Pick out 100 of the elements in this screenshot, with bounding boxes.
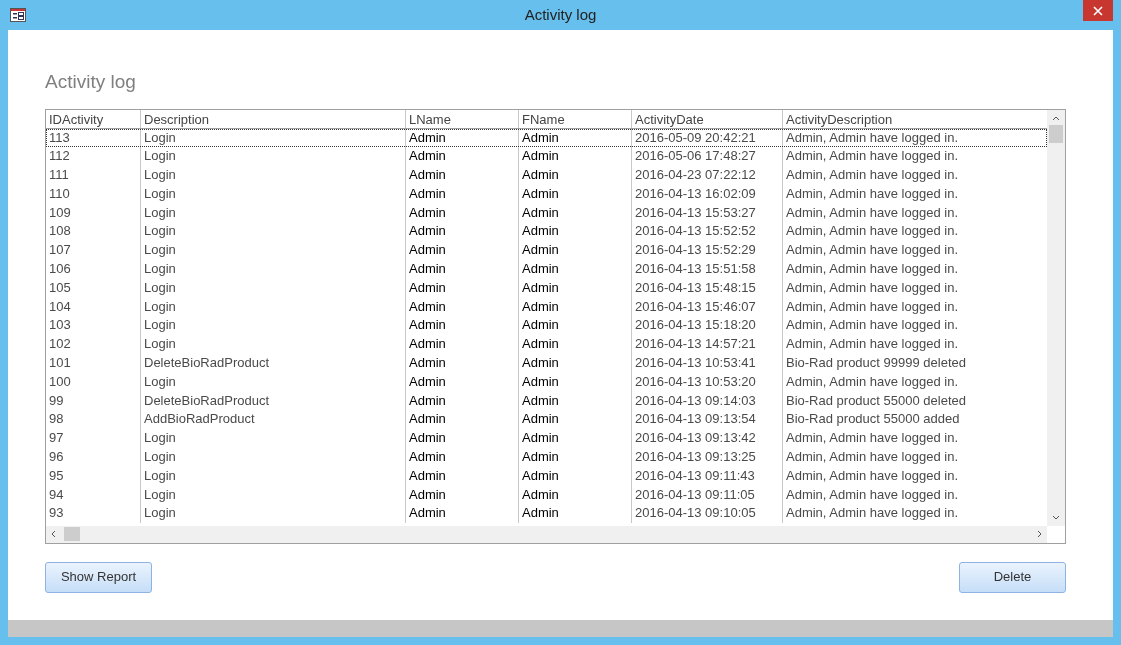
table-cell: Admin (522, 279, 559, 295)
table-cell: Admin, Admin have logged in. (786, 430, 958, 446)
table-cell: 107 (49, 242, 71, 258)
scroll-down-icon (1052, 514, 1060, 520)
table-cell: Admin, Admin have logged in. (786, 336, 958, 352)
table-cell: 102 (49, 336, 71, 352)
table-cell: DeleteBioRadProduct (144, 355, 270, 371)
form-icon[interactable] (10, 8, 26, 22)
table-cell: Login (144, 336, 176, 352)
table-cell: 2016-04-13 10:53:20 (635, 373, 756, 389)
table-cell: Login (144, 167, 176, 183)
column-header[interactable]: ActivityDate (632, 109, 783, 128)
table-cell: 2016-04-13 15:52:52 (635, 223, 756, 239)
table-cell: Login (144, 373, 176, 389)
table-cell: 2016-04-13 15:53:27 (635, 204, 756, 220)
table-cell: 2016-04-13 09:13:42 (635, 430, 756, 446)
table-cell: 113 (49, 129, 70, 145)
table-cell: Admin (522, 298, 559, 314)
scroll-right-icon (1037, 530, 1042, 538)
table-cell: 100 (49, 373, 71, 389)
table-cell: Admin (522, 355, 559, 371)
scroll-left-icon (51, 530, 56, 538)
table-cell: Admin (409, 298, 446, 314)
table-cell: AddBioRadProduct (144, 411, 255, 427)
table-cell: Admin, Admin have logged in. (786, 167, 958, 183)
table-cell: Admin, Admin have logged in. (786, 185, 958, 201)
table-cell: Admin (522, 505, 559, 521)
table-cell: Login (144, 129, 176, 145)
table-cell: 95 (49, 467, 64, 483)
table-cell: 2016-04-13 09:10:05 (635, 505, 756, 521)
table-cell: Admin (409, 373, 446, 389)
table-cell: Admin, Admin have logged in. (786, 298, 958, 314)
table-cell: 2016-04-13 15:18:20 (635, 317, 756, 333)
table-cell: 98 (49, 411, 64, 427)
table-cell: 2016-04-13 10:53:41 (635, 355, 756, 371)
table-cell: Admin, Admin have logged in. (786, 317, 958, 333)
table-cell: 103 (49, 317, 71, 333)
horizontal-scrollbar[interactable] (46, 525, 1047, 543)
table-cell: Admin (522, 223, 559, 239)
table-cell: Login (144, 242, 176, 258)
table-cell: Admin (409, 355, 446, 371)
table-cell: Admin, Admin have logged in. (786, 148, 958, 164)
column-header[interactable]: LName (406, 109, 519, 128)
close-button[interactable] (1083, 0, 1113, 21)
table-cell: Admin, Admin have logged in. (786, 279, 958, 295)
table-cell: Admin (409, 505, 446, 521)
table-cell: Admin (522, 317, 559, 333)
table-cell: Admin (409, 467, 446, 483)
table-cell: 2016-04-13 15:48:15 (635, 279, 756, 295)
table-cell: Admin (409, 486, 446, 502)
column-header[interactable]: FName (519, 109, 632, 128)
vertical-scrollbar[interactable] (1047, 109, 1065, 526)
table-cell: Admin (409, 204, 446, 220)
table-cell: 2016-04-13 09:13:25 (635, 449, 756, 465)
close-icon (1093, 5, 1103, 16)
table-cell: Admin, Admin have logged in. (786, 223, 958, 239)
scroll-thumb (64, 527, 80, 541)
table-cell: Login (144, 185, 176, 201)
table-cell: Admin (409, 336, 446, 352)
table-cell: Admin, Admin have logged in. (786, 261, 958, 277)
table-cell: 99 (49, 392, 64, 408)
table-cell: Admin (409, 279, 446, 295)
table-cell: Login (144, 298, 176, 314)
table-cell: 2016-04-13 15:51:58 (635, 261, 756, 277)
table-cell: 2016-05-09 20:42:21 (635, 129, 756, 145)
table-cell: Admin, Admin have logged in. (786, 467, 958, 483)
table-cell: Admin, Admin have logged in. (786, 449, 958, 465)
table-cell: Admin, Admin have logged in. (786, 242, 958, 258)
table-cell: Admin (409, 167, 446, 183)
column-header[interactable]: Description (141, 109, 406, 128)
table-cell: Admin, Admin have logged in. (786, 204, 958, 220)
table-cell: Admin (409, 223, 446, 239)
table-cell: 101 (49, 355, 71, 371)
table-cell: 108 (49, 223, 71, 239)
table-cell: Login (144, 204, 176, 220)
table-cell: 105 (49, 279, 71, 295)
table-cell: Admin, Admin have logged in. (786, 373, 958, 389)
table-cell: Bio-Rad product 99999 deleted (786, 355, 966, 371)
column-header[interactable]: IDActivity (46, 109, 141, 128)
table-cell: Bio-Rad product 55000 added (786, 411, 960, 427)
table-cell: 2016-04-13 09:11:05 (635, 486, 755, 502)
table-cell: 2016-04-13 09:11:43 (635, 467, 755, 483)
table-cell: 93 (49, 505, 64, 521)
table-cell: Admin (522, 204, 559, 220)
table-cell: Admin (522, 167, 559, 183)
table-cell: Admin (522, 242, 559, 258)
show-report-button[interactable]: Show Report (45, 561, 152, 593)
table-cell: 2016-04-13 15:52:29 (635, 242, 756, 258)
table-cell: 106 (49, 261, 71, 277)
table-cell: 112 (49, 148, 70, 164)
table-row[interactable]: 113 Login Admin Admin 2016-05-09 20:42:21 Admin, Admin have logged in. (46, 128, 1047, 148)
table-cell: Admin (409, 261, 446, 277)
table-cell: 2016-05-06 17:48:27 (635, 148, 756, 164)
table-cell: Admin (522, 336, 559, 352)
table-cell: Login (144, 467, 176, 483)
table-cell: 2016-04-23 07:22:12 (635, 167, 756, 183)
table-cell: 104 (49, 298, 71, 314)
table-cell: 97 (49, 430, 64, 446)
delete-button[interactable]: Delete (959, 561, 1066, 593)
table-cell: Admin (409, 185, 446, 201)
